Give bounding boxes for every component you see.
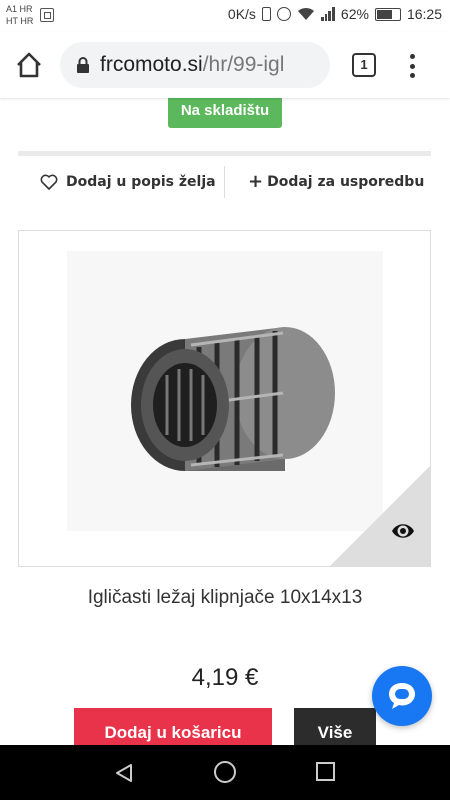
more-vert-icon[interactable] bbox=[402, 52, 422, 80]
sim-chip-icon bbox=[40, 8, 54, 22]
carrier-line-2: HT HR bbox=[6, 16, 34, 26]
product-actions: Dodaj u popis želja + Dodaj za usporedbu bbox=[18, 164, 431, 200]
action-separator bbox=[224, 166, 225, 198]
status-indicators: 0K/s 62% 16:25 bbox=[228, 6, 442, 22]
add-to-wishlist-link[interactable]: Dodaj u popis želja bbox=[40, 164, 216, 200]
signal-icon bbox=[320, 7, 335, 21]
product-name[interactable]: Igličasti ležaj klipnjače 10x14x13 bbox=[0, 587, 450, 609]
chat-bubble-icon bbox=[389, 683, 415, 709]
more-button[interactable]: Više bbox=[294, 708, 376, 745]
vibrate-icon bbox=[261, 7, 271, 21]
product-image-card[interactable] bbox=[18, 230, 431, 567]
wishlist-label: Dodaj u popis želja bbox=[66, 174, 216, 190]
home-icon[interactable] bbox=[14, 50, 44, 80]
clock: 16:25 bbox=[406, 6, 442, 22]
eye-icon[interactable] bbox=[390, 518, 416, 544]
plus-icon: + bbox=[248, 171, 264, 192]
network-speed: 0K/s bbox=[227, 6, 256, 22]
heart-icon bbox=[40, 174, 58, 190]
battery-icon bbox=[374, 7, 401, 21]
divider bbox=[18, 151, 431, 156]
carrier-line-1: A1 HR bbox=[6, 4, 33, 14]
url-text: frcomoto.si/hr/99-igl bbox=[100, 53, 284, 77]
quickview-corner[interactable] bbox=[330, 466, 430, 566]
add-to-cart-button[interactable]: Dodaj u košaricu bbox=[74, 708, 272, 745]
page-content: Na skladištu Dodaj u popis želja + Dodaj… bbox=[0, 98, 450, 745]
system-nav-bar bbox=[0, 745, 450, 800]
wifi-icon bbox=[297, 7, 314, 20]
stock-badge: Na skladištu bbox=[168, 98, 282, 128]
tab-switcher-button[interactable]: 1 bbox=[352, 53, 376, 77]
battery-percent: 62% bbox=[340, 6, 369, 22]
url-domain: frcomoto.si bbox=[100, 53, 203, 76]
carrier-info: A1 HR HT HR bbox=[6, 3, 33, 27]
chat-button[interactable] bbox=[372, 666, 432, 726]
lock-icon bbox=[77, 57, 89, 73]
url-path: /hr/99-igl bbox=[202, 53, 285, 76]
back-icon[interactable] bbox=[113, 762, 135, 784]
status-bar: A1 HR HT HR 0K/s 62% 16:25 bbox=[0, 0, 450, 32]
add-to-compare-link[interactable]: + Dodaj za usporedbu bbox=[248, 164, 424, 200]
alarm-icon bbox=[276, 7, 291, 21]
compare-label: Dodaj za usporedbu bbox=[267, 174, 425, 190]
address-bar[interactable]: frcomoto.si/hr/99-igl bbox=[60, 42, 330, 88]
home-nav-icon[interactable] bbox=[214, 761, 236, 783]
recents-icon[interactable] bbox=[316, 762, 335, 781]
browser-toolbar: frcomoto.si/hr/99-igl 1 bbox=[0, 32, 450, 98]
